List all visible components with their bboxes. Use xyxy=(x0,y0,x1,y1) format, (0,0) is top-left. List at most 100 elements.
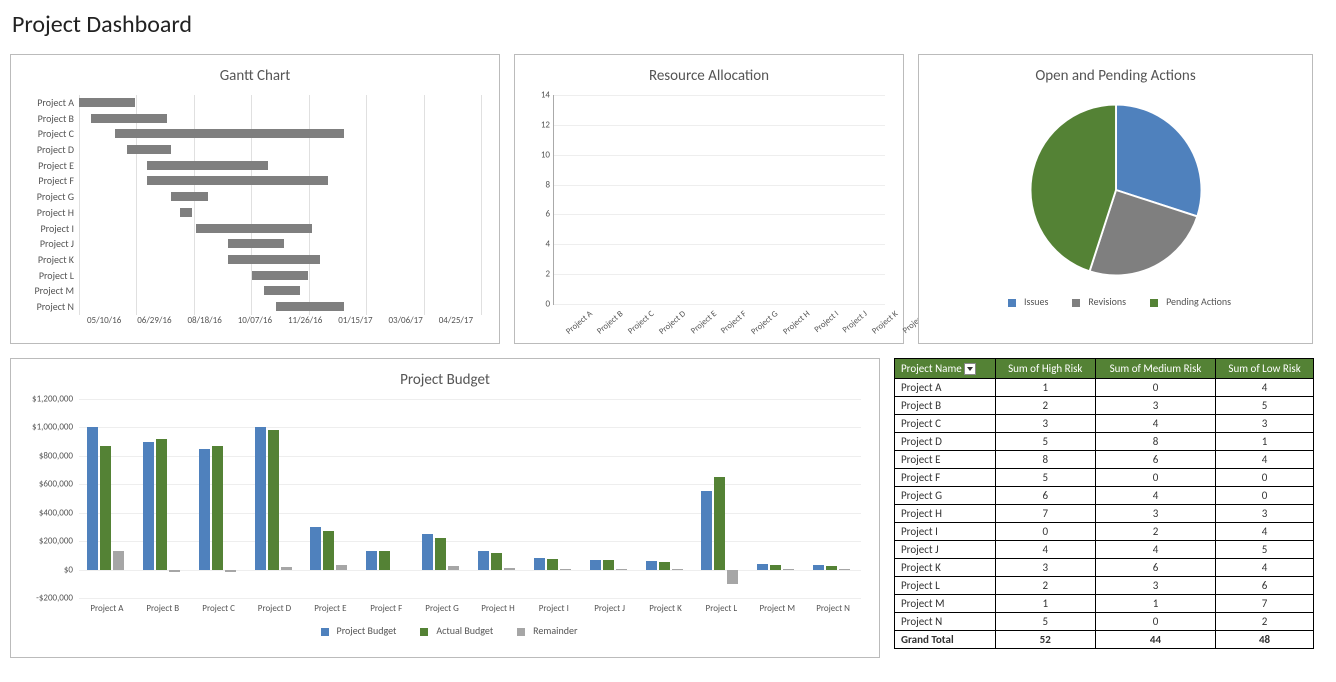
table-cell: 4 xyxy=(1216,379,1314,397)
legend-swatch xyxy=(420,628,428,636)
gantt-bar xyxy=(264,286,300,295)
budget-x-label: Project E xyxy=(302,603,358,614)
table-header: Sum of Medium Risk xyxy=(1095,359,1215,379)
budget-bar xyxy=(714,477,725,569)
table-header: Project Name xyxy=(895,359,996,379)
gantt-row: Project D xyxy=(79,142,481,158)
table-cell: Grand Total xyxy=(895,631,996,649)
table-cell: 6 xyxy=(995,487,1095,505)
legend-swatch xyxy=(1150,299,1158,307)
gantt-row: Project M xyxy=(79,283,481,299)
table-cell: 6 xyxy=(1095,451,1215,469)
gantt-row: Project A xyxy=(79,95,481,111)
gantt-x-tick: 04/25/17 xyxy=(431,315,481,326)
table-row: Project C343 xyxy=(895,415,1314,433)
resource-x-label: Project D xyxy=(657,309,688,337)
budget-title: Project Budget xyxy=(19,371,871,389)
table-cell: 3 xyxy=(1095,577,1215,595)
budget-bar xyxy=(310,527,321,570)
gantt-row: Project L xyxy=(79,268,481,284)
budget-x-label: Project B xyxy=(135,603,191,614)
table-row: Project H733 xyxy=(895,505,1314,523)
table-cell: Project F xyxy=(895,469,996,487)
budget-bar xyxy=(491,553,502,570)
budget-bar xyxy=(727,570,738,584)
budget-bar-group xyxy=(638,399,694,598)
resource-x-label: Project I xyxy=(812,309,840,335)
table-cell: 7 xyxy=(995,505,1095,523)
budget-x-label: Project N xyxy=(805,603,861,614)
table-cell: 2 xyxy=(995,397,1095,415)
legend-swatch xyxy=(1072,299,1080,307)
budget-bar xyxy=(448,566,459,570)
budget-bar xyxy=(212,446,223,570)
resource-x-label: Project B xyxy=(595,309,625,337)
gantt-bar xyxy=(91,114,167,123)
gantt-row: Project N xyxy=(79,299,481,315)
table-cell: 8 xyxy=(995,451,1095,469)
budget-x-label: Project A xyxy=(79,603,135,614)
table-cell: Project G xyxy=(895,487,996,505)
gantt-row-label: Project I xyxy=(19,222,74,235)
table-cell: 6 xyxy=(1216,577,1314,595)
risk-table-panel: Project NameSum of High RiskSum of Mediu… xyxy=(894,358,1314,658)
table-cell: 7 xyxy=(1216,595,1314,613)
budget-x-label: Project I xyxy=(526,603,582,614)
table-cell: 4 xyxy=(1095,541,1215,559)
gantt-row: Project I xyxy=(79,221,481,237)
table-header: Sum of High Risk xyxy=(995,359,1095,379)
gantt-bar xyxy=(180,208,192,217)
budget-bar-group xyxy=(470,399,526,598)
legend-item: Issues xyxy=(1000,295,1048,308)
budget-chart-panel: Project Budget -$200,000$0$200,000$400,0… xyxy=(10,358,880,658)
table-cell: Project D xyxy=(895,433,996,451)
table-cell: Project H xyxy=(895,505,996,523)
gantt-x-tick: 05/10/16 xyxy=(79,315,129,326)
table-cell: 2 xyxy=(1095,523,1215,541)
table-row: Project E864 xyxy=(895,451,1314,469)
table-cell: Project L xyxy=(895,577,996,595)
budget-bar xyxy=(826,566,837,570)
legend-swatch xyxy=(1008,299,1016,307)
table-cell: 52 xyxy=(995,631,1095,649)
resource-x-label: Project K xyxy=(870,309,900,336)
budget-bar xyxy=(87,427,98,569)
budget-bar-group xyxy=(358,399,414,598)
table-row: Project J445 xyxy=(895,541,1314,559)
dropdown-icon[interactable] xyxy=(964,363,976,375)
gantt-x-tick: 11/26/16 xyxy=(280,315,330,326)
budget-x-label: Project M xyxy=(749,603,805,614)
table-total-row: Grand Total524448 xyxy=(895,631,1314,649)
budget-bar xyxy=(770,565,781,570)
table-cell: Project M xyxy=(895,595,996,613)
gantt-row: Project H xyxy=(79,205,481,221)
table-row: Project A104 xyxy=(895,379,1314,397)
gantt-row: Project J xyxy=(79,236,481,252)
gantt-x-tick: 08/18/16 xyxy=(180,315,230,326)
gantt-row-label: Project N xyxy=(19,300,74,313)
legend-swatch xyxy=(321,628,329,636)
table-cell: 48 xyxy=(1216,631,1314,649)
table-cell: 1 xyxy=(995,595,1095,613)
table-cell: 1 xyxy=(1095,595,1215,613)
budget-bar xyxy=(672,569,683,570)
budget-bar xyxy=(839,569,850,570)
budget-bar xyxy=(255,427,266,569)
budget-x-label: Project G xyxy=(414,603,470,614)
budget-x-label: Project D xyxy=(247,603,303,614)
table-cell: Project K xyxy=(895,559,996,577)
table-cell: 5 xyxy=(995,469,1095,487)
budget-bar xyxy=(113,551,124,569)
budget-bar xyxy=(366,551,377,569)
pie-title: Open and Pending Actions xyxy=(927,67,1304,85)
pie-chart-panel: Open and Pending Actions IssuesRevisions… xyxy=(918,54,1313,344)
budget-bar xyxy=(646,561,657,570)
table-cell: 4 xyxy=(1095,415,1215,433)
budget-bar xyxy=(435,538,446,570)
gantt-row-label: Project F xyxy=(19,174,74,187)
table-row: Project B235 xyxy=(895,397,1314,415)
budget-bar xyxy=(143,442,154,570)
budget-bar xyxy=(336,565,347,569)
budget-bar-group xyxy=(247,399,303,598)
legend-item: Actual Budget xyxy=(412,624,493,637)
